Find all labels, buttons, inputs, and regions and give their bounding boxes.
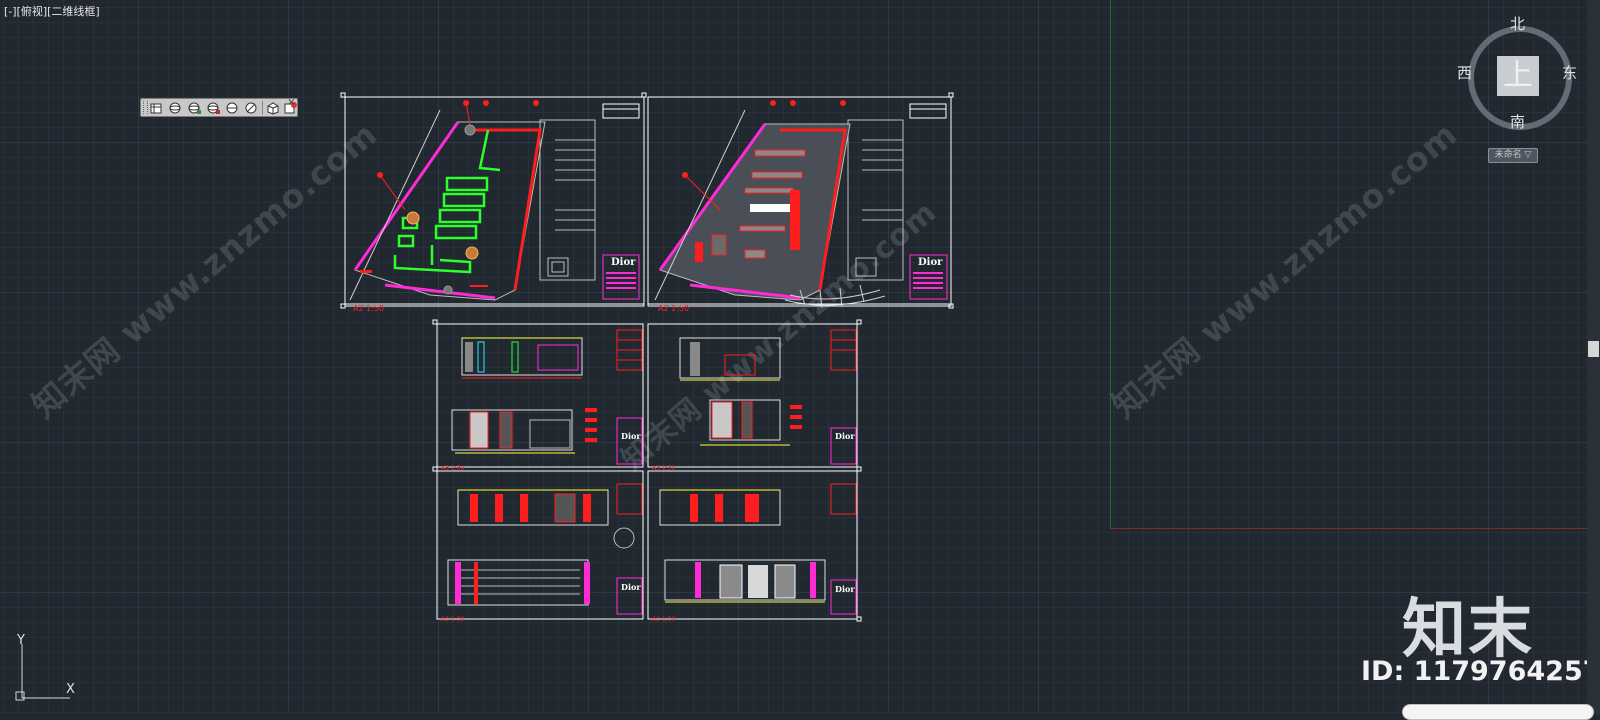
compass-south[interactable]: 南: [1510, 111, 1525, 132]
bottom-view-icon[interactable]: [187, 101, 202, 115]
iso-view-icon[interactable]: [265, 101, 280, 115]
ucs-x-label: X: [66, 682, 75, 697]
vertical-scrollbar[interactable]: [1587, 0, 1600, 714]
sheet-scale-label: A2 1:50: [353, 304, 385, 313]
compass-east[interactable]: 东: [1562, 62, 1577, 83]
sheet-floor-plan-1: [340, 92, 647, 309]
sheet-elevation-1: [432, 319, 644, 468]
sheet-scale-label: A3 1:30: [652, 616, 676, 623]
ucs-y-label: Y: [17, 633, 25, 648]
view-manager-icon[interactable]: [149, 101, 164, 115]
toolbar-close-button[interactable]: ×: [287, 98, 296, 108]
sheet-elevation-2: [647, 319, 862, 468]
left-view-icon[interactable]: [206, 101, 221, 115]
dior-logo: Dior: [611, 257, 636, 268]
sheet-elevation-3: [432, 466, 644, 620]
compass-west[interactable]: 西: [1457, 62, 1472, 83]
sheet-scale-label: A3 1:30: [441, 465, 465, 472]
top-view-icon[interactable]: [168, 101, 183, 115]
toolbar-grip[interactable]: [143, 101, 148, 114]
notification-bubble[interactable]: [1402, 704, 1594, 720]
sheet-scale-label: A2 1:50: [658, 304, 690, 313]
toolbar-separator: [262, 101, 263, 115]
dior-logo: Dior: [835, 584, 855, 594]
compass-north[interactable]: 北: [1510, 13, 1525, 34]
scrollbar-thumb[interactable]: [1588, 341, 1599, 357]
viewcube[interactable]: 上 北 南 西 东: [1457, 15, 1577, 132]
viewcube-face-top[interactable]: 上: [1497, 56, 1539, 96]
dior-logo: Dior: [621, 582, 641, 592]
sheet-scale-label: A3 1:30: [441, 616, 465, 623]
view-toolbar[interactable]: ×: [140, 98, 298, 117]
right-view-icon[interactable]: [225, 101, 240, 115]
sheet-scale-label: A3 1:30: [652, 465, 676, 472]
asset-id-label: ID: 1179764257: [1361, 656, 1600, 687]
front-view-icon[interactable]: [244, 101, 259, 115]
dior-logo: Dior: [835, 431, 855, 441]
dior-logo: Dior: [621, 431, 641, 441]
ucs-dropdown[interactable]: 未命名 ▽: [1488, 148, 1538, 163]
dior-logo: Dior: [918, 257, 943, 268]
sheet-elevation-4: [647, 466, 862, 622]
sheet-floor-plan-2: [647, 92, 954, 309]
